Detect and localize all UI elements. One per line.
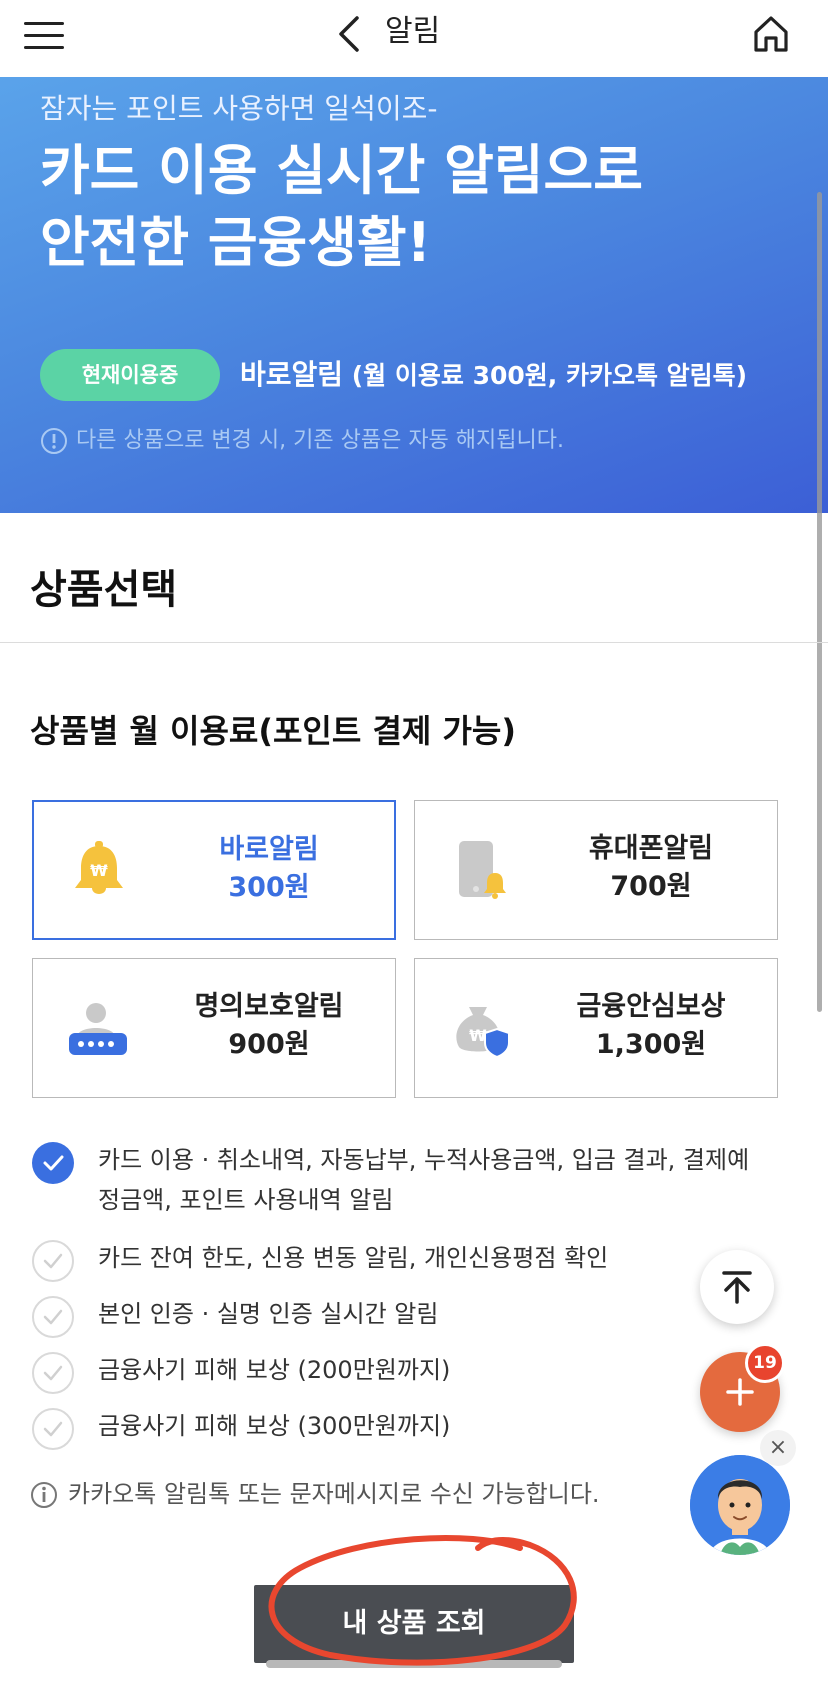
page-title: 알림: [385, 14, 441, 49]
phone-bell-icon: [459, 841, 506, 899]
product-price: 300원: [228, 872, 310, 903]
unchecked-icon: [32, 1352, 74, 1394]
product-card-finance[interactable]: ₩ 금융안심보상 1,300원: [414, 958, 778, 1098]
svg-text:₩: ₩: [90, 861, 108, 880]
home-indicator: [266, 1660, 562, 1668]
notification-count-badge: 19: [745, 1343, 785, 1383]
current-product-detail: (월 이용료 300원, 카카오톡 알림톡): [343, 361, 748, 390]
feature-item: 금융사기 피해 보상 (200만원까지): [30, 1350, 810, 1394]
delivery-note-text: 카카오톡 알림톡 또는 문자메시지로 수신 가능합니다.: [68, 1480, 600, 1508]
product-card-baro[interactable]: ₩ 바로알림 300원: [32, 800, 396, 940]
current-product-name: 바로알림: [240, 358, 344, 391]
section-title: 상품선택: [30, 567, 178, 613]
home-icon[interactable]: [752, 14, 790, 54]
change-notice: 다른 상품으로 변경 시, 기존 상품은 자동 해지됩니다.: [40, 423, 564, 459]
delivery-note: 카카오톡 알림톡 또는 문자메시지로 수신 가능합니다.: [30, 1474, 600, 1514]
product-card-phone[interactable]: 휴대폰알림 700원: [414, 800, 778, 940]
product-name: 금융안심보상: [576, 991, 726, 1022]
character-avatar-icon: [690, 1455, 790, 1555]
checked-icon: [32, 1142, 74, 1184]
my-product-inquiry-button[interactable]: 내 상품 조회: [254, 1585, 574, 1663]
feature-item: 카드 잔여 한도, 신용 변동 알림, 개인신용평점 확인: [30, 1238, 810, 1282]
hamburger-menu-icon[interactable]: [24, 20, 64, 50]
feature-text-line: 카드 이용 · 취소내역, 자동납부, 누적사용금액, 입금 결과, 결제예: [98, 1146, 750, 1174]
current-product: 바로알림 (월 이용료 300원, 카카오톡 알림톡): [240, 349, 747, 402]
product-name: 휴대폰알림: [588, 833, 714, 864]
product-price: 1,300원: [595, 1029, 707, 1060]
scroll-to-top-button[interactable]: [700, 1250, 774, 1324]
feature-text-line: 정금액, 포인트 사용내역 알림: [98, 1186, 394, 1214]
feature-item: 카드 이용 · 취소내역, 자동납부, 누적사용금액, 입금 결과, 결제예 정…: [30, 1140, 810, 1224]
product-name: 명의보호알림: [194, 991, 344, 1022]
product-price: 700원: [610, 871, 692, 902]
unchecked-icon: [32, 1408, 74, 1450]
product-name: 바로알림: [219, 834, 319, 865]
chatbot-avatar[interactable]: [690, 1455, 790, 1555]
top-app-bar: 알림: [0, 0, 828, 77]
feature-text: 카드 이용 · 취소내역, 자동납부, 누적사용금액, 입금 결과, 결제예 정…: [98, 1140, 810, 1220]
product-price: 900원: [228, 1029, 310, 1060]
unchecked-icon: [32, 1296, 74, 1338]
info-icon: [31, 1482, 57, 1508]
feature-item: 금융사기 피해 보상 (300만원까지): [30, 1406, 810, 1450]
bell-won-icon: ₩: [75, 841, 123, 894]
back-arrow-icon[interactable]: [335, 12, 365, 56]
current-use-badge: 현재이용중: [40, 349, 220, 401]
banner-title: 카드 이용 실시간 알림으로 안전한 금융생활!: [40, 135, 643, 279]
scrollbar[interactable]: [817, 192, 822, 1012]
divider: [0, 642, 828, 643]
unchecked-icon: [32, 1240, 74, 1282]
promo-banner: 잠자는 포인트 사용하면 일석이조- 카드 이용 실시간 알림으로 안전한 금융…: [0, 77, 828, 513]
fee-subheading: 상품별 월 이용료(포인트 결제 가능): [30, 712, 516, 750]
change-notice-text: 다른 상품으로 변경 시, 기존 상품은 자동 해지됩니다.: [76, 428, 564, 453]
arrow-up-icon: [722, 1271, 752, 1304]
product-card-identity[interactable]: 명의보호알림 900원: [32, 958, 396, 1098]
identity-protect-icon: [69, 1003, 127, 1055]
feature-item: 본인 인증 · 실명 인증 실시간 알림: [30, 1294, 810, 1338]
info-icon: [41, 428, 67, 454]
banner-subtitle: 잠자는 포인트 사용하면 일석이조-: [40, 92, 438, 125]
banner-title-line2: 안전한 금융생활!: [40, 211, 432, 274]
money-bag-shield-icon: ₩: [456, 1007, 510, 1059]
close-icon[interactable]: ×: [760, 1430, 796, 1466]
banner-title-line1: 카드 이용 실시간 알림으로: [40, 139, 643, 202]
